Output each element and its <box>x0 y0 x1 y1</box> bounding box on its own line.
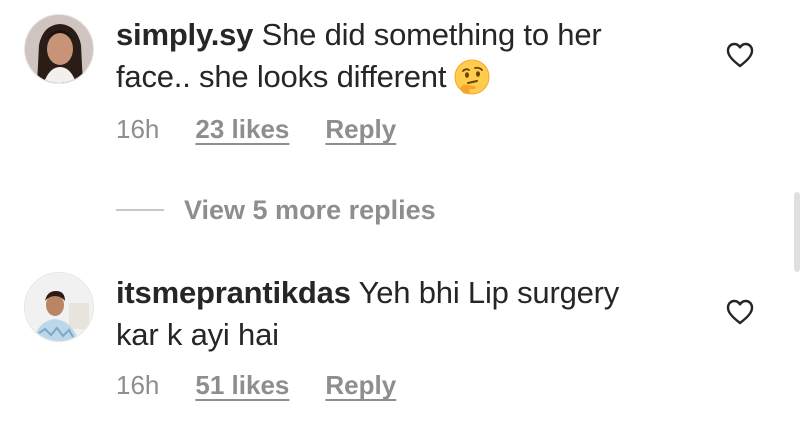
avatar-image <box>25 15 93 83</box>
likes-count[interactable]: 51 likes <box>195 370 289 401</box>
heart-outline-icon[interactable] <box>725 41 755 69</box>
comment-text-line-2: kar k ayi hai <box>116 317 279 352</box>
comment-itsmeprantikdas: itsmeprantikdas Yeh bhi Lip surgery kar … <box>0 260 800 439</box>
comment-line-2: kar k ayi hai <box>116 314 619 356</box>
comment-line-1: simply.sy She did something to her <box>116 14 602 56</box>
comment-text-line-1: Yeh bhi Lip surgery <box>358 275 620 310</box>
comment-body: itsmeprantikdas Yeh bhi Lip surgery kar … <box>116 272 619 356</box>
username[interactable]: itsmeprantikdas <box>116 275 351 310</box>
view-more-replies[interactable]: View 5 more replies <box>116 190 436 230</box>
comment-simply-sy: simply.sy She did something to her face.… <box>0 0 800 170</box>
thinking-face-icon <box>454 59 490 106</box>
timestamp: 16h <box>116 370 160 400</box>
reply-button[interactable]: Reply <box>325 114 396 145</box>
comment-line-2: face.. she looks different <box>116 56 602 106</box>
reply-button[interactable]: Reply <box>325 370 396 401</box>
avatar-image <box>25 273 93 341</box>
username[interactable]: simply.sy <box>116 17 253 52</box>
comment-meta: 16h 23 likes Reply <box>116 114 396 145</box>
scrollbar[interactable] <box>794 192 800 272</box>
avatar[interactable] <box>24 14 94 84</box>
comment-body: simply.sy She did something to her face.… <box>116 14 602 106</box>
comment-text-line-1: She did something to her <box>261 17 602 52</box>
timestamp: 16h <box>116 114 160 144</box>
replies-divider <box>116 209 164 211</box>
comment-line-1: itsmeprantikdas Yeh bhi Lip surgery <box>116 272 619 314</box>
likes-count[interactable]: 23 likes <box>195 114 289 145</box>
avatar[interactable] <box>24 272 94 342</box>
view-more-replies-label[interactable]: View 5 more replies <box>184 195 436 226</box>
comment-meta: 16h 51 likes Reply <box>116 370 396 401</box>
heart-outline-icon[interactable] <box>725 298 755 326</box>
comment-text-line-2: face.. she looks different <box>116 59 447 94</box>
